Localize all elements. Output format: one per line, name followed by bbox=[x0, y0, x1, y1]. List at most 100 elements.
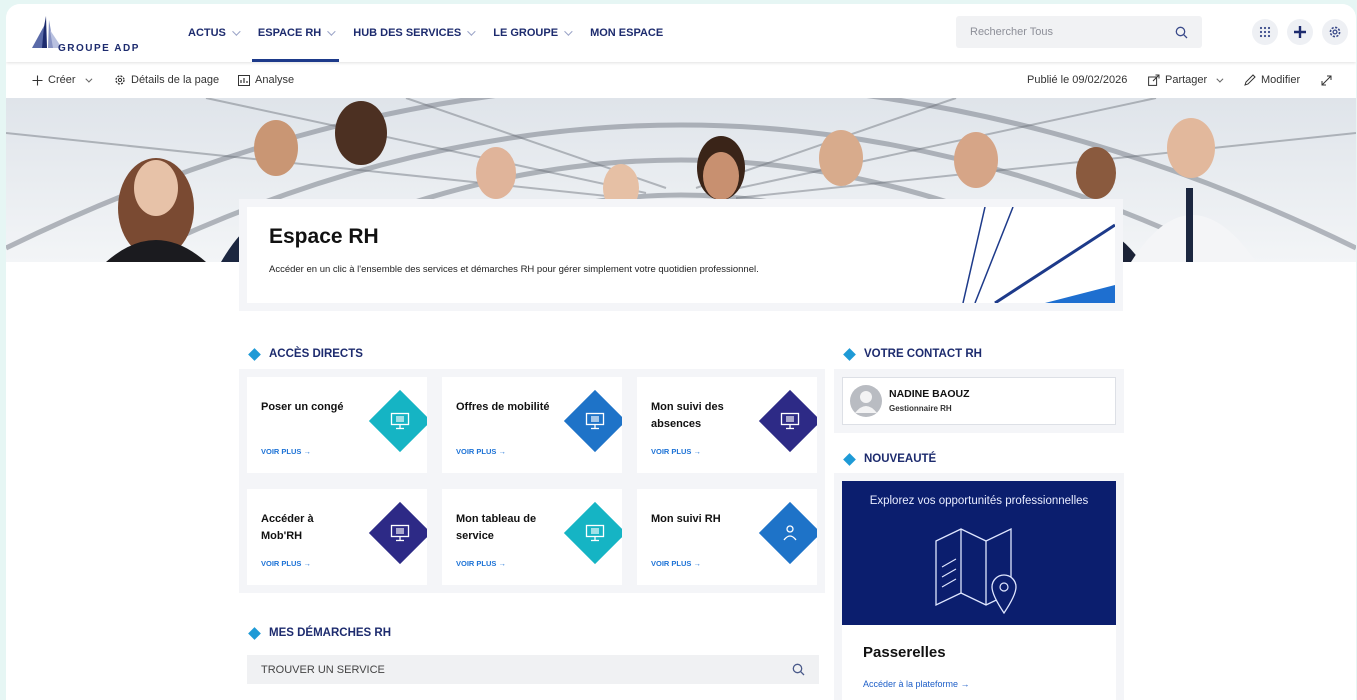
nav-actus[interactable]: ACTUS bbox=[178, 4, 248, 62]
tile-label: Mon suivi des absences bbox=[651, 401, 724, 430]
computer-icon bbox=[780, 412, 800, 430]
diamond-bullet-icon bbox=[843, 347, 856, 361]
tile-label: Mon tableau de service bbox=[456, 513, 537, 542]
page-details-button[interactable]: Détails de la page bbox=[114, 62, 219, 98]
diamond-bullet-icon bbox=[248, 626, 261, 640]
banner-text: Explorez vos opportunités professionnell… bbox=[869, 495, 1089, 507]
settings-icon[interactable] bbox=[1322, 19, 1348, 45]
avatar bbox=[850, 385, 882, 417]
contact-name: NADINE BAOUZ bbox=[889, 388, 970, 400]
map-icon bbox=[935, 527, 1017, 615]
tile-label: Mon suivi RH bbox=[651, 513, 721, 525]
chevron-down-icon bbox=[232, 27, 241, 36]
nav-actus-label: ACTUS bbox=[188, 27, 226, 39]
search-placeholder: Rechercher Tous bbox=[970, 26, 1053, 38]
tile-link[interactable]: VOIR PLUS → bbox=[261, 447, 311, 456]
contact-rh-heading: VOTRE CONTACT RH bbox=[843, 347, 982, 361]
tile-label: Poser un congé bbox=[261, 401, 344, 413]
page-details-label: Détails de la page bbox=[131, 74, 220, 86]
gear-icon bbox=[115, 75, 125, 85]
tile-suivi-rh[interactable]: Mon suivi RH VOIR PLUS → bbox=[637, 489, 817, 585]
diamond-bullet-icon bbox=[248, 347, 261, 361]
nav-espace-rh-label: ESPACE RH bbox=[257, 27, 322, 39]
contact-role: Gestionnaire RH bbox=[889, 404, 952, 413]
tile-link[interactable]: VOIR PLUS → bbox=[651, 559, 701, 568]
computer-icon bbox=[585, 524, 605, 542]
nav-espace-rh[interactable]: ESPACE RH bbox=[248, 4, 343, 62]
demarches-title: MES DÉMARCHES RH bbox=[269, 627, 392, 639]
page-subtitle: Accéder en un clic à l'ensemble des serv… bbox=[269, 264, 759, 275]
chevron-down-icon bbox=[1216, 75, 1224, 83]
tile-poser-conge[interactable]: Poser un congé VOIR PLUS → bbox=[247, 377, 427, 473]
tile-label: Accéder à Mob'RH bbox=[261, 513, 314, 542]
edit-button[interactable]: Modifier bbox=[1244, 62, 1300, 98]
search-icon[interactable] bbox=[1175, 26, 1188, 39]
contact-rh-title: VOTRE CONTACT RH bbox=[864, 348, 982, 360]
create-label: Créer bbox=[48, 74, 76, 86]
search-input[interactable]: Rechercher Tous bbox=[956, 16, 1202, 48]
demarches-heading: MES DÉMARCHES RH bbox=[248, 626, 392, 640]
tile-link[interactable]: VOIR PLUS → bbox=[456, 559, 506, 568]
tile-link[interactable]: VOIR PLUS → bbox=[456, 447, 506, 456]
nouveaute-link[interactable]: Accéder à la plateforme → bbox=[863, 679, 970, 689]
nouveaute-heading: NOUVEAUTÉ bbox=[843, 452, 937, 466]
brand-name: GROUPE ADP bbox=[58, 43, 140, 54]
nav-le-groupe-label: LE GROUPE bbox=[493, 27, 559, 39]
main-nav: ACTUS ESPACE RH HUB DES SERVICES LE GROU… bbox=[178, 4, 673, 62]
person-icon bbox=[783, 525, 797, 541]
decorative-stripes bbox=[962, 207, 1115, 303]
nouveaute-title: NOUVEAUTÉ bbox=[864, 453, 937, 465]
search-icon[interactable] bbox=[792, 663, 805, 676]
nouveaute-banner: Explorez vos opportunités professionnell… bbox=[842, 481, 1116, 625]
published-status: Publié le 09/02/2026 bbox=[1027, 62, 1127, 98]
analytics-icon bbox=[238, 74, 250, 86]
page-frame: GROUPE ADP ACTUS ESPACE RH HUB DES SERVI… bbox=[6, 4, 1356, 700]
tile-offres-mobilite[interactable]: Offres de mobilité VOIR PLUS → bbox=[442, 377, 622, 473]
nav-mon-espace[interactable]: MON ESPACE bbox=[580, 4, 673, 62]
share-button[interactable]: Partager bbox=[1148, 62, 1224, 98]
add-icon[interactable] bbox=[1287, 19, 1313, 45]
published-label: Publié le 09/02/2026 bbox=[1027, 74, 1128, 86]
tile-link[interactable]: VOIR PLUS → bbox=[261, 559, 311, 568]
create-button[interactable]: Créer bbox=[32, 62, 92, 98]
plus-icon bbox=[32, 75, 43, 85]
contact-card[interactable]: NADINE BAOUZ Gestionnaire RH bbox=[842, 377, 1116, 425]
page-title-card: Espace RH Accéder en un clic à l'ensembl… bbox=[247, 207, 1115, 303]
acces-directs-title: ACCÈS DIRECTS bbox=[269, 348, 363, 360]
chevron-down-icon bbox=[327, 27, 336, 36]
chevron-down-icon bbox=[84, 75, 92, 83]
top-navigation: GROUPE ADP ACTUS ESPACE RH HUB DES SERVI… bbox=[6, 4, 1356, 62]
page-title: Espace RH bbox=[269, 225, 379, 248]
computer-icon bbox=[585, 412, 605, 430]
groupe-adp-logo[interactable]: GROUPE ADP bbox=[28, 12, 148, 56]
nav-hub-label: HUB DES SERVICES bbox=[353, 27, 462, 39]
service-search-placeholder: TROUVER UN SERVICE bbox=[261, 663, 385, 676]
expand-button[interactable] bbox=[1321, 62, 1332, 98]
share-label: Partager bbox=[1165, 74, 1208, 86]
command-bar: Créer Détails de la page Analyse Publié … bbox=[6, 62, 1356, 98]
analytics-button[interactable]: Analyse bbox=[238, 62, 294, 98]
service-search-input[interactable]: TROUVER UN SERVICE bbox=[247, 655, 819, 684]
nouveaute-item-title: Passerelles bbox=[863, 644, 946, 661]
computer-icon bbox=[390, 412, 410, 430]
computer-icon bbox=[390, 524, 410, 542]
expand-icon bbox=[1321, 75, 1332, 85]
share-icon bbox=[1148, 74, 1160, 86]
nav-hub-des-services[interactable]: HUB DES SERVICES bbox=[343, 4, 483, 62]
app-launcher-icon[interactable] bbox=[1252, 19, 1278, 45]
acces-directs-heading: ACCÈS DIRECTS bbox=[248, 347, 363, 361]
tile-label: Offres de mobilité bbox=[456, 401, 550, 413]
chevron-down-icon bbox=[467, 27, 476, 36]
nouveaute-card[interactable]: Explorez vos opportunités professionnell… bbox=[842, 481, 1116, 700]
tile-link[interactable]: VOIR PLUS → bbox=[651, 447, 701, 456]
pencil-icon bbox=[1244, 74, 1256, 86]
tile-suivi-absences[interactable]: Mon suivi des absences VOIR PLUS → bbox=[637, 377, 817, 473]
diamond-bullet-icon bbox=[843, 452, 856, 466]
tile-mob-rh[interactable]: Accéder à Mob'RH VOIR PLUS → bbox=[247, 489, 427, 585]
nav-mon-espace-label: MON ESPACE bbox=[590, 27, 664, 39]
chevron-down-icon bbox=[564, 27, 573, 36]
analytics-label: Analyse bbox=[255, 74, 295, 86]
edit-label: Modifier bbox=[1261, 74, 1301, 86]
nav-le-groupe[interactable]: LE GROUPE bbox=[483, 4, 580, 62]
tile-tableau-service[interactable]: Mon tableau de service VOIR PLUS → bbox=[442, 489, 622, 585]
